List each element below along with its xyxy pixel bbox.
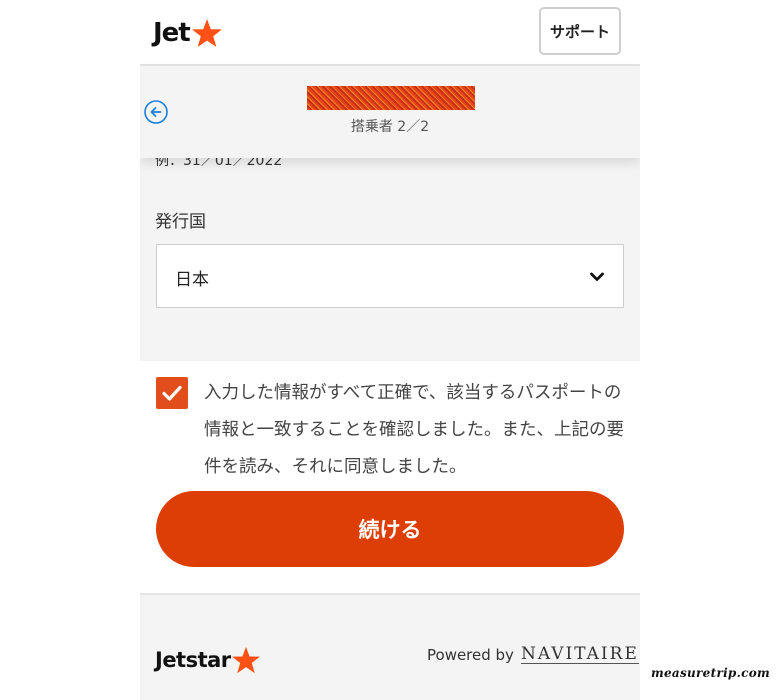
footer-jetstar-logo: Jetstar [155, 645, 261, 675]
star-icon [231, 646, 260, 674]
checkmark-icon [162, 385, 182, 401]
top-bar: Jet サポート [140, 0, 640, 66]
support-button[interactable]: サポート [539, 7, 621, 55]
confirm-text[interactable]: 入力した情報がすべて正確で、該当するパスポートの情報と一致することを確認しました… [204, 375, 624, 486]
chevron-down-icon [590, 272, 604, 281]
site-watermark: measuretrip.com [650, 666, 770, 680]
logo-text: Jet [153, 18, 191, 48]
issuing-country-label: 発行国 [155, 212, 206, 232]
continue-button[interactable]: 続ける [156, 491, 624, 567]
jetstar-logo[interactable]: Jet [153, 16, 223, 50]
star-icon [191, 19, 222, 47]
app-screen: Jet サポート 搭乗者 2／2 例：31／01／2022 発行国 日本 入力し… [140, 0, 640, 700]
navitaire-logo: NAVITAIRE [520, 644, 639, 664]
passenger-count: 搭乗者 2／2 [350, 119, 430, 135]
powered-by: Powered by NAVITAIRE [427, 646, 639, 664]
issuing-country-select[interactable]: 日本 [156, 244, 624, 308]
redacted-passenger-name [307, 86, 475, 110]
progress-header [140, 66, 640, 158]
footer-logo-text: Jetstar [155, 648, 231, 672]
powered-by-label: Powered by [427, 646, 514, 664]
issuing-country-value: 日本 [175, 270, 209, 290]
confirmation-panel: 入力した情報がすべて正確で、該当するパスポートの情報と一致することを確認しました… [140, 361, 640, 595]
confirm-checkbox[interactable] [156, 377, 188, 409]
